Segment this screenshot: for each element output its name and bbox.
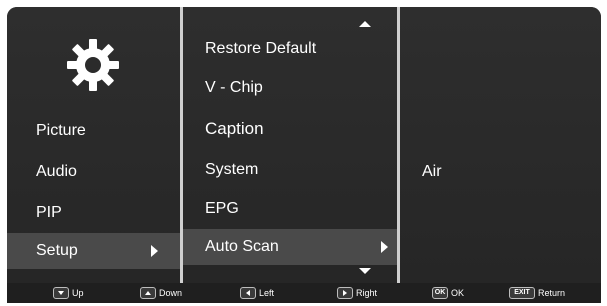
osd-menu: Picture Audio PIP Setup Restore Default … bbox=[7, 7, 601, 283]
ok-key-icon: OK bbox=[432, 287, 448, 299]
up-key-icon bbox=[140, 287, 156, 299]
exit-key-icon: EXIT bbox=[509, 287, 535, 299]
category-audio[interactable]: Audio bbox=[36, 154, 77, 190]
detail-value: Air bbox=[422, 163, 442, 180]
scroll-up-icon[interactable] bbox=[359, 21, 371, 27]
setup-item-restore-default[interactable]: Restore Default bbox=[205, 31, 316, 67]
hint-up: Up bbox=[53, 283, 84, 303]
left-key-icon bbox=[240, 287, 256, 299]
down-key-icon bbox=[53, 287, 69, 299]
category-panel: Picture Audio PIP Setup bbox=[7, 7, 180, 283]
hint-ok: OK OK bbox=[432, 283, 464, 303]
setup-item-caption[interactable]: Caption bbox=[205, 111, 264, 147]
gear-icon bbox=[67, 39, 119, 91]
scroll-down-icon[interactable] bbox=[359, 268, 371, 274]
hint-down: Down bbox=[140, 283, 182, 303]
chevron-right-icon bbox=[381, 241, 388, 253]
setup-panel: Restore Default V - Chip Caption System … bbox=[183, 7, 397, 283]
category-setup[interactable]: Setup bbox=[36, 233, 78, 269]
setup-item-auto-scan[interactable]: Auto Scan bbox=[205, 229, 279, 265]
setup-item-system[interactable]: System bbox=[205, 152, 258, 188]
hint-left: Left bbox=[240, 283, 274, 303]
category-picture[interactable]: Picture bbox=[36, 113, 86, 149]
hint-right: Right bbox=[337, 283, 377, 303]
category-pip[interactable]: PIP bbox=[36, 195, 62, 231]
right-key-icon bbox=[337, 287, 353, 299]
setup-item-epg[interactable]: EPG bbox=[205, 191, 239, 227]
setup-item-v-chip[interactable]: V - Chip bbox=[205, 70, 263, 106]
chevron-right-icon bbox=[151, 245, 158, 257]
detail-panel: Air bbox=[400, 7, 601, 283]
hint-return: EXIT Return bbox=[509, 283, 565, 303]
key-hint-bar: Up Down Left Right OK OK EXIT Return bbox=[7, 283, 601, 303]
